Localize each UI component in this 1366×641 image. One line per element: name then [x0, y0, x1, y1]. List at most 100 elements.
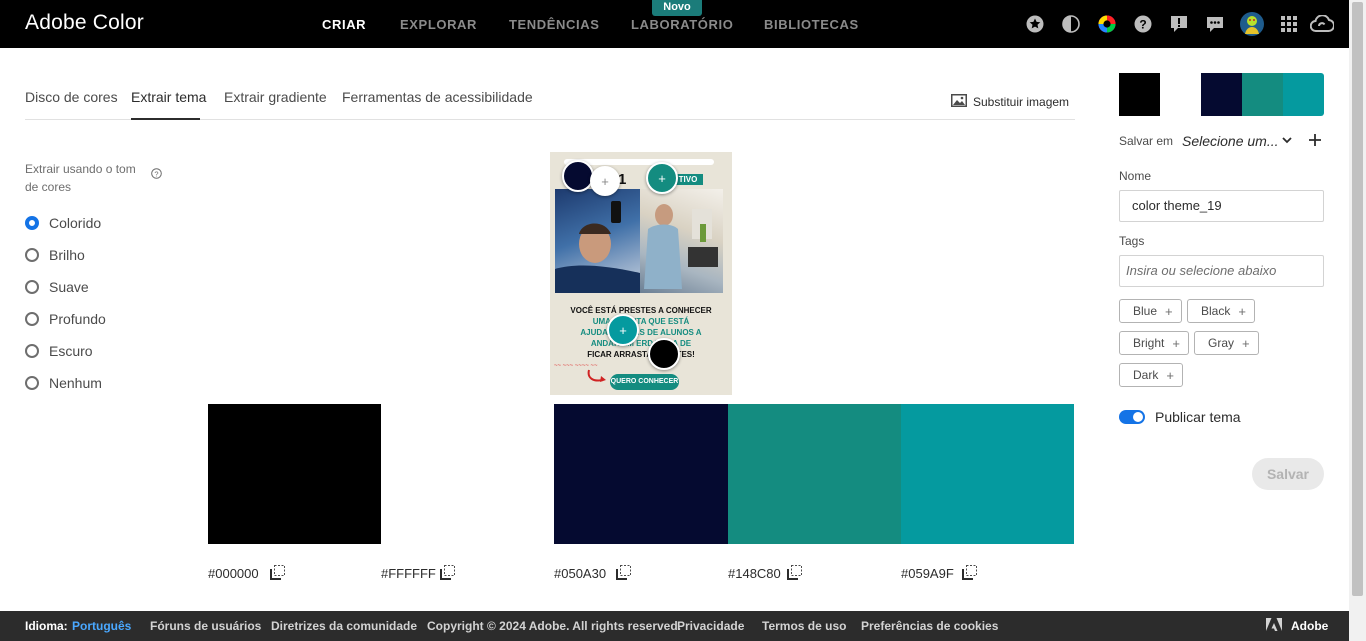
radio-nenhum[interactable]: Nenhum — [25, 375, 102, 391]
color-swatch-2[interactable] — [381, 404, 554, 544]
replace-image-button[interactable]: Substituir imagem — [951, 94, 1069, 110]
footer-link-privacy[interactable]: Privacidade — [677, 619, 744, 633]
tags-input[interactable]: Insira ou selecione abaixo — [1119, 255, 1324, 287]
nav-laboratorio[interactable]: LABORATÓRIO — [631, 17, 733, 32]
copy-icon[interactable] — [270, 565, 286, 585]
nav-tendencias[interactable]: TENDÊNCIAS — [509, 17, 600, 32]
color-swatch-3[interactable] — [554, 404, 728, 544]
tab-extrair-tema[interactable]: Extrair tema — [131, 89, 206, 105]
radio-button[interactable] — [25, 280, 39, 294]
footer-link-guidelines[interactable]: Diretrizes da comunidade — [271, 619, 417, 633]
tag-blue[interactable]: Blue + — [1119, 299, 1182, 323]
creative-cloud-icon[interactable] — [1310, 15, 1334, 33]
publish-toggle[interactable] — [1119, 410, 1145, 424]
tab-disco-de-cores[interactable]: Disco de cores — [25, 89, 118, 105]
app-logo[interactable]: Adobe Color — [25, 11, 144, 35]
language-link[interactable]: Português — [72, 619, 131, 633]
save-button[interactable]: Salvar — [1252, 458, 1324, 490]
color-picker-1[interactable] — [562, 160, 594, 192]
nav-explorar[interactable]: EXPLORAR — [400, 17, 477, 32]
user-avatar[interactable] — [1240, 12, 1264, 36]
plus-icon: + — [1172, 335, 1180, 351]
feedback-icon[interactable] — [1170, 15, 1188, 33]
adobe-color-app: Adobe Color CRIAR EXPLORAR TENDÊNCIAS No… — [0, 0, 1366, 641]
radio-button[interactable] — [25, 248, 39, 262]
color-picker-2[interactable]: + — [590, 166, 620, 196]
color-swatch-4[interactable] — [728, 404, 901, 544]
tab-extrair-gradiente[interactable]: Extrair gradiente — [224, 89, 327, 105]
hex-value-1[interactable]: #000000 — [208, 566, 259, 581]
tab-ferramentas-acessibilidade[interactable]: Ferramentas de acessibilidade — [342, 89, 533, 105]
apps-grid-icon[interactable] — [1280, 15, 1298, 33]
footer-link-forums[interactable]: Fóruns de usuários — [150, 619, 261, 633]
name-label: Nome — [1119, 169, 1152, 183]
radio-colorido[interactable]: Colorido — [25, 215, 101, 231]
page-footer: Idioma: Português Fóruns de usuários Dir… — [0, 611, 1349, 641]
plus-icon: + — [1165, 303, 1173, 319]
tag-dark[interactable]: Dark + — [1119, 363, 1183, 387]
copy-icon[interactable] — [440, 565, 456, 585]
library-select[interactable]: Selecione um... — [1182, 133, 1279, 149]
publish-label: Publicar tema — [1155, 409, 1241, 425]
help-icon[interactable]: ? — [1134, 15, 1152, 33]
footer-brand[interactable]: Adobe — [1291, 619, 1328, 633]
hex-value-2[interactable]: #FFFFFF — [381, 566, 436, 581]
adobe-logo-icon — [1266, 618, 1282, 635]
scrollbar-thumb[interactable] — [1352, 2, 1363, 596]
hex-value-3[interactable]: #050A30 — [554, 566, 606, 581]
nav-criar[interactable]: CRIAR — [322, 17, 366, 32]
color-picker-5[interactable] — [648, 338, 680, 370]
radio-label: Suave — [49, 279, 89, 295]
color-picker-3[interactable]: + — [646, 162, 678, 194]
radio-suave[interactable]: Suave — [25, 279, 89, 295]
radio-button[interactable] — [25, 376, 39, 390]
tag-bright[interactable]: Bright + — [1119, 331, 1189, 355]
hex-value-4[interactable]: #148C80 — [728, 566, 781, 581]
radio-button[interactable] — [25, 312, 39, 326]
star-icon[interactable] — [1026, 15, 1044, 33]
radio-label: Colorido — [49, 215, 102, 231]
tag-gray[interactable]: Gray + — [1194, 331, 1259, 355]
radio-button-selected[interactable] — [25, 216, 39, 230]
preview-text-line4: ANDAR EM ERDA EGA DE — [590, 339, 692, 348]
save-in-label: Salvar em — [1119, 134, 1174, 148]
color-picker-4[interactable]: + — [607, 314, 639, 346]
chat-icon[interactable] — [1206, 15, 1224, 33]
active-tab-indicator — [131, 118, 200, 120]
color-swatch-1[interactable] — [208, 404, 381, 544]
theme-name-field[interactable]: color theme_19 — [1119, 190, 1324, 222]
radio-button[interactable] — [25, 344, 39, 358]
curved-arrow-icon — [586, 368, 608, 389]
new-badge: Novo — [652, 0, 702, 16]
contrast-icon[interactable] — [1062, 15, 1080, 33]
plus-icon[interactable] — [1307, 132, 1323, 153]
footer-link-terms[interactable]: Termos de uso — [762, 619, 846, 633]
top-nav-bar: Adobe Color CRIAR EXPLORAR TENDÊNCIAS No… — [0, 0, 1349, 48]
hex-value-5[interactable]: #059A9F — [901, 566, 954, 581]
tag-label: Gray — [1208, 336, 1235, 350]
radio-label: Brilho — [49, 247, 85, 263]
mini-swatch-5 — [1283, 73, 1324, 116]
radio-escuro[interactable]: Escuro — [25, 343, 93, 359]
preview-photo-man-laptop — [640, 189, 723, 293]
radio-profundo[interactable]: Profundo — [25, 311, 106, 327]
chevron-down-icon[interactable] — [1280, 133, 1294, 152]
extract-mood-label: Extrair usando o tom de cores — [25, 162, 136, 194]
radio-label: Nenhum — [49, 375, 102, 391]
info-icon[interactable]: ? — [151, 166, 162, 184]
color-swatch-5[interactable] — [901, 404, 1074, 544]
mini-swatch-4 — [1242, 73, 1283, 116]
color-wheel-icon[interactable] — [1098, 15, 1116, 33]
svg-text:?: ? — [1139, 18, 1146, 32]
nav-bibliotecas[interactable]: BIBLIOTECAS — [764, 17, 859, 32]
page-scrollbar[interactable] — [1349, 0, 1366, 641]
source-image-preview[interactable]: 1 TIVO VOCÊ ESTÁ PRESTES A CONHECER UMA … — [550, 152, 732, 395]
tag-black[interactable]: Black + — [1187, 299, 1255, 323]
copy-icon[interactable] — [616, 565, 632, 585]
tags-label: Tags — [1119, 234, 1145, 248]
tag-label: Dark — [1133, 368, 1159, 382]
copy-icon[interactable] — [962, 565, 978, 585]
radio-brilho[interactable]: Brilho — [25, 247, 85, 263]
footer-link-cookies[interactable]: Preferências de cookies — [861, 619, 998, 633]
copy-icon[interactable] — [787, 565, 803, 585]
